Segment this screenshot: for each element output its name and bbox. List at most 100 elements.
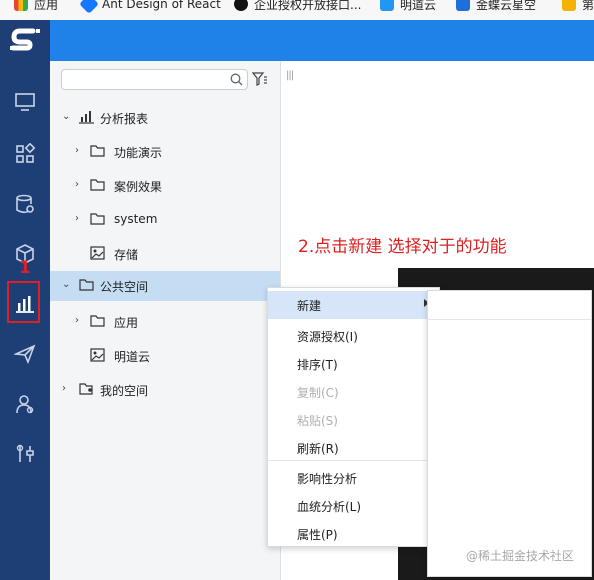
submenu-item-pivot[interactable] [428, 379, 591, 407]
kingdee-icon [456, 0, 470, 11]
bookmark-label: 企业授权开放接口... [254, 0, 362, 12]
submenu-item-big-screen[interactable] [428, 351, 591, 379]
menu-item-new[interactable]: 新建 [268, 291, 439, 319]
bookmark-label: Ant Design of React [102, 0, 221, 11]
search-icon[interactable] [230, 73, 243, 86]
watermark: @稀土掘金技术社区 [466, 549, 575, 563]
folder-user-icon [79, 383, 93, 395]
tree-node-system[interactable]: › system [50, 205, 280, 235]
tree-node-label: 案例效果 [114, 180, 163, 194]
bookmark-label: 应用 [34, 0, 59, 12]
collapse-grip-icon[interactable]: ||| [286, 70, 294, 81]
menu-item-lineage-analysis[interactable]: 血统分析(L) [268, 492, 439, 520]
filter-icon[interactable] [252, 72, 268, 87]
chevron-down-icon[interactable]: ⌄ [62, 111, 70, 122]
apps-grid-icon [14, 0, 28, 11]
tree-node-storage[interactable]: 存储 [50, 239, 280, 269]
menu-item-label: 复制(C) [297, 386, 339, 400]
chevron-right-icon[interactable]: › [75, 179, 79, 190]
user-config-icon [16, 395, 34, 414]
image-icon [90, 246, 105, 260]
menu-item-label: 属性(P) [297, 528, 338, 542]
menu-item-authorize[interactable]: 资源授权(I) [268, 322, 439, 350]
chevron-right-icon[interactable]: › [75, 315, 79, 326]
rail-item-blocks[interactable] [10, 139, 40, 169]
submenu-item-dashboard[interactable] [428, 323, 591, 351]
logo-s-icon [10, 28, 40, 51]
menu-item-label: 粘贴(S) [297, 414, 338, 428]
tree-node-label: 应用 [114, 316, 139, 330]
tree-node-label: system [114, 212, 158, 226]
monitor-icon [15, 93, 35, 111]
bookmark-ant-design[interactable]: Ant Design of React [79, 0, 221, 14]
menu-item-refresh[interactable]: 刷新(R) [268, 434, 439, 462]
rail-item-monitor[interactable] [10, 87, 40, 117]
chevron-right-icon[interactable]: › [62, 383, 66, 394]
ant-design-icon [79, 0, 99, 14]
tree-node-label: 存储 [114, 248, 139, 262]
tree-node-label: 明道云 [114, 350, 151, 364]
bookmark-apps[interactable]: 应用 [14, 0, 58, 14]
chevron-right-icon[interactable]: › [75, 213, 79, 224]
submenu-item-olap[interactable] [428, 435, 591, 463]
menu-item-sort[interactable]: 排序(T) [268, 350, 439, 378]
mingdao-icon [380, 0, 394, 11]
paper-plane-icon [14, 344, 36, 365]
rail-item-users[interactable] [10, 389, 40, 419]
folder-icon [90, 145, 105, 157]
menu-item-copy: 复制(C) [268, 378, 439, 406]
feather-icon [234, 0, 248, 11]
app-logo[interactable] [0, 20, 50, 61]
context-menu: 新建 资源授权(I) 排序(T) 复制(C) 粘贴(S) 刷新(R) 影响性分析… [267, 287, 440, 547]
chevron-down-icon[interactable]: ⌄ [62, 279, 70, 290]
chevron-right-icon[interactable]: › [75, 145, 79, 156]
menu-item-label: 影响性分析 [297, 472, 358, 486]
bookmark-icon [562, 0, 576, 11]
menu-item-paste: 粘贴(S) [268, 406, 439, 434]
rail-item-tools[interactable] [10, 439, 40, 469]
bookmarks-bar: 应用 Ant Design of React 企业授权开放接口... 明道云 金… [0, 0, 594, 21]
tree-node-label: 公共空间 [100, 280, 149, 294]
tree-node-mingdao[interactable]: 明道云 [50, 341, 280, 371]
bookmark-label: 金蝶云星空 [476, 0, 537, 12]
tree-node-feature-demo[interactable]: › 功能演示 [50, 137, 280, 167]
app-header [0, 20, 594, 61]
tree-search-input[interactable] [61, 69, 248, 90]
bookmark-enterprise-api[interactable]: 企业授权开放接口... [234, 0, 361, 14]
tree-node-case-effects[interactable]: › 案例效果 [50, 171, 280, 201]
folder-icon [90, 179, 105, 191]
database-gear-icon [16, 194, 34, 214]
submenu-item-adhoc-query[interactable] [428, 407, 591, 435]
menu-item-label: 排序(T) [297, 358, 338, 372]
image-icon [90, 348, 105, 362]
bookmark-mingdao[interactable]: 明道云 [380, 0, 436, 14]
rail-item-publish[interactable] [10, 339, 40, 369]
tree-node-public-space[interactable]: ⌄ 公共空间 [50, 271, 280, 301]
menu-item-label: 资源授权(I) [297, 330, 358, 344]
submenu-item-olap-explore[interactable] [428, 463, 591, 491]
menu-item-label: 刷新(R) [297, 442, 339, 456]
submenu-item-web-link[interactable] [428, 491, 591, 519]
menu-separator [268, 460, 439, 461]
chart-icon [79, 111, 94, 124]
tree-node-my-space[interactable]: › 我的空间 [50, 375, 280, 405]
tree-node-analysis-reports[interactable]: ⌄ 分析报表 [50, 103, 280, 133]
tree-node-label: 功能演示 [114, 146, 163, 160]
submenu-item-directory[interactable] [428, 293, 591, 321]
bookmark-label: 明道云 [400, 0, 437, 12]
folder-icon [90, 315, 105, 327]
rail-item-database[interactable] [10, 189, 40, 219]
bookmark-more[interactable]: 第 [562, 0, 594, 14]
folder-icon [79, 279, 94, 291]
menu-item-label: 新建 [297, 299, 322, 313]
tree-node-label: 分析报表 [100, 112, 149, 126]
folder-icon [90, 213, 105, 225]
submenu-item-local-document[interactable] [428, 519, 591, 547]
bookmark-label: 第 [582, 0, 594, 12]
menu-item-properties[interactable]: 属性(P) [268, 520, 439, 548]
bookmark-kingdee[interactable]: 金蝶云星空 [456, 0, 536, 14]
tree-node-apps[interactable]: › 应用 [50, 307, 280, 337]
highlight-box [7, 281, 40, 323]
new-submenu [427, 290, 592, 577]
menu-item-impact-analysis[interactable]: 影响性分析 [268, 464, 439, 492]
